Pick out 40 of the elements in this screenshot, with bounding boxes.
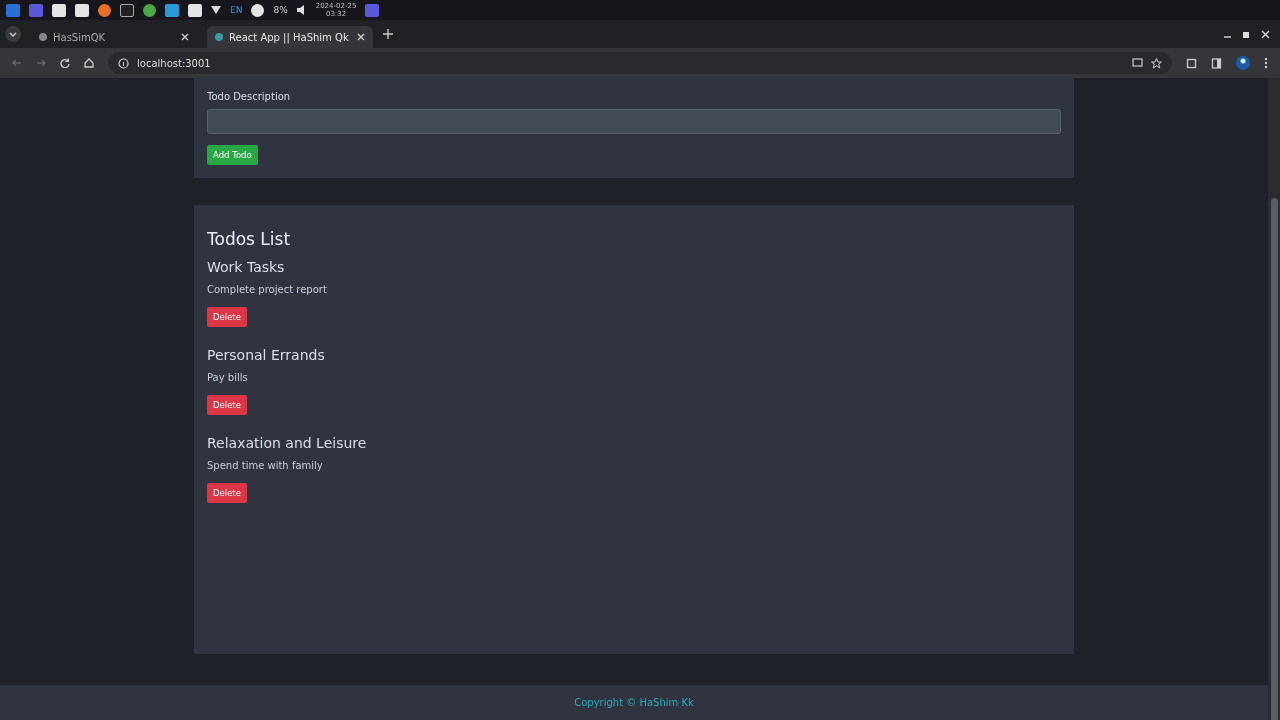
delete-button[interactable]: Delete bbox=[207, 483, 247, 503]
todo-description: Complete project report bbox=[207, 284, 327, 295]
add-todo-button[interactable]: Add Todo bbox=[207, 145, 258, 165]
todo-title: Personal Errands bbox=[207, 347, 325, 363]
close-icon[interactable] bbox=[1261, 29, 1270, 39]
favicon-icon bbox=[215, 33, 223, 41]
delete-button[interactable]: Delete bbox=[207, 307, 247, 327]
extensions-icon[interactable] bbox=[1186, 57, 1197, 69]
new-tab-icon[interactable] bbox=[383, 29, 393, 39]
language-indicator[interactable]: EN bbox=[230, 5, 243, 15]
tab-menu-icon[interactable] bbox=[5, 26, 21, 42]
address-field[interactable]: localhost:3001 bbox=[108, 52, 1172, 74]
delete-button[interactable]: Delete bbox=[207, 395, 247, 415]
browser-tab[interactable]: HasSimQK bbox=[31, 26, 197, 48]
todo-title: Relaxation and Leisure bbox=[207, 435, 367, 451]
home-icon[interactable] bbox=[84, 58, 94, 68]
circle-icon[interactable] bbox=[251, 3, 265, 17]
speaker-icon[interactable] bbox=[296, 5, 307, 15]
todo-description: Spend time with family bbox=[207, 460, 323, 471]
reload-icon[interactable] bbox=[60, 58, 70, 68]
browser-tab[interactable]: React App || HaShim Qk bbox=[207, 26, 373, 48]
info-icon bbox=[118, 57, 129, 69]
scrollbar[interactable] bbox=[1268, 78, 1280, 720]
close-icon[interactable] bbox=[357, 33, 365, 41]
battery-level: 8% bbox=[273, 5, 288, 15]
profile-avatar[interactable] bbox=[1236, 56, 1250, 70]
restore-icon[interactable] bbox=[1242, 29, 1251, 39]
description-input[interactable] bbox=[207, 109, 1061, 134]
copyright-text: Copyright © HaShim Kk bbox=[574, 697, 694, 708]
field-label: Todo Description bbox=[207, 91, 291, 102]
todo-description: Pay bills bbox=[207, 372, 248, 383]
install-icon[interactable] bbox=[1132, 57, 1143, 69]
list-heading: Todos List bbox=[207, 229, 292, 249]
star-icon[interactable] bbox=[1151, 57, 1162, 69]
sidebar-icon[interactable] bbox=[1211, 57, 1222, 69]
scrollbar-thumb[interactable] bbox=[1270, 198, 1278, 720]
more-icon[interactable] bbox=[1264, 57, 1268, 69]
favicon-icon bbox=[39, 33, 47, 41]
todo-title: Work Tasks bbox=[207, 259, 285, 275]
close-icon[interactable] bbox=[181, 33, 189, 41]
